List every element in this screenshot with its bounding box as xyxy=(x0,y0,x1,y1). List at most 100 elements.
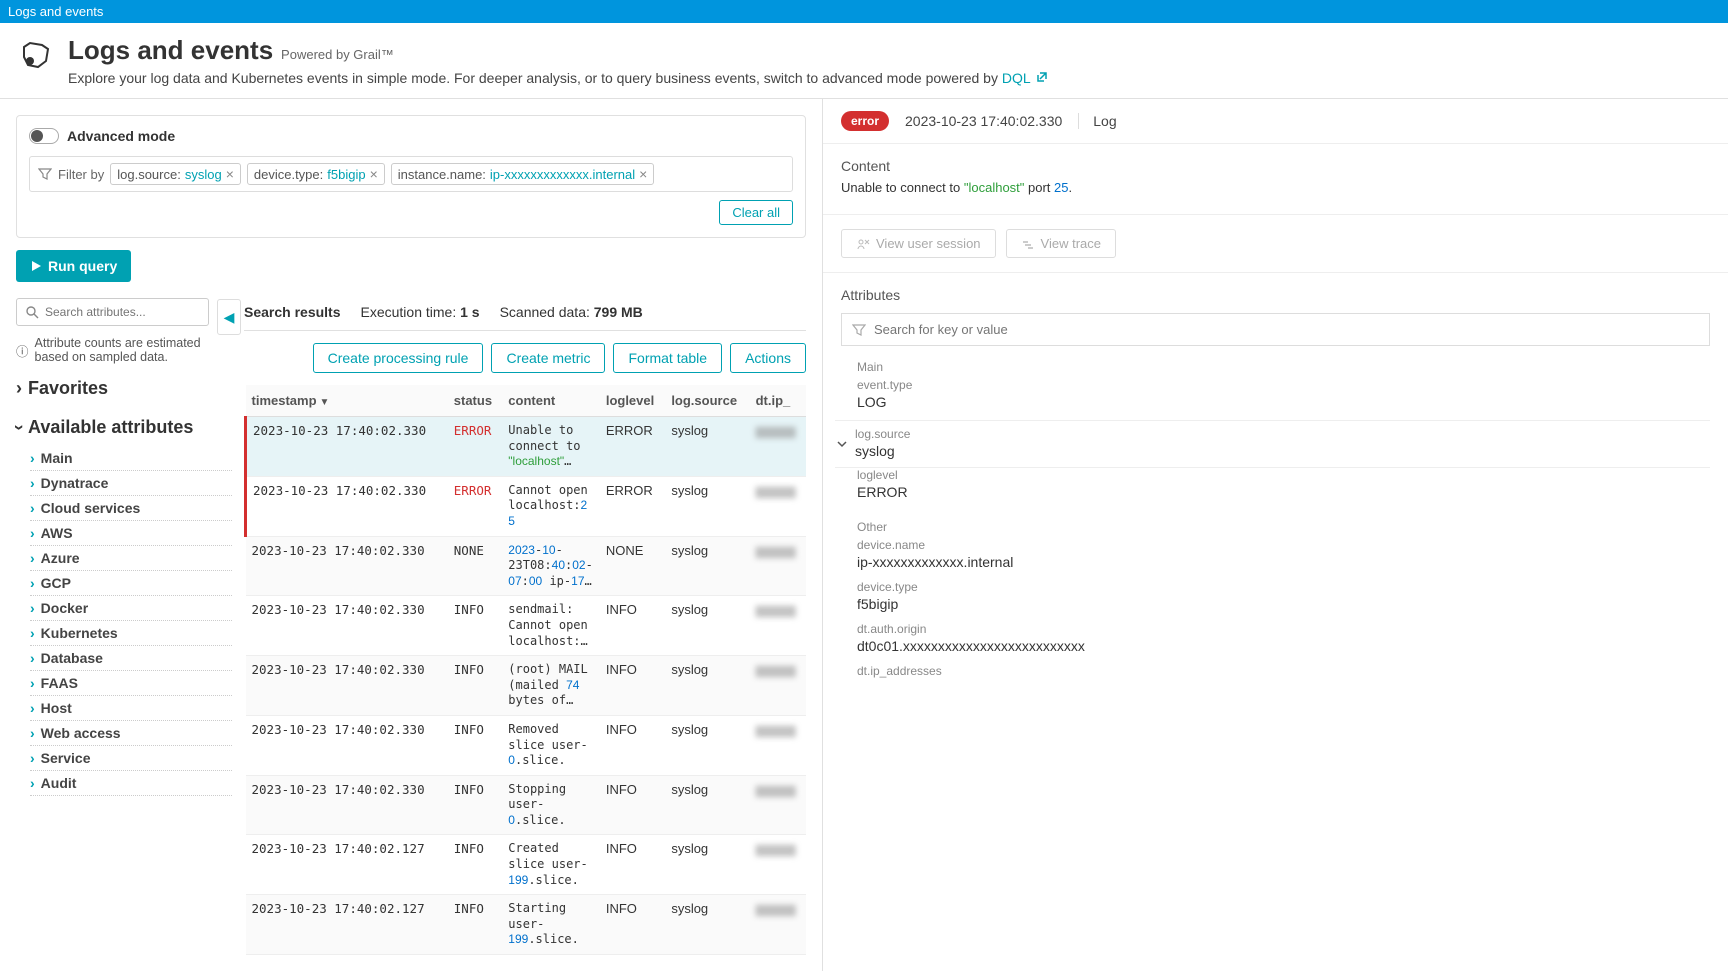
logs-icon xyxy=(16,35,56,75)
attr-dt-auth-origin[interactable]: dt0c01.xxxxxxxxxxxxxxxxxxxxxxxxxx xyxy=(841,636,1710,664)
filter-chip-instancename[interactable]: instance.name: ip-xxxxxxxxxxxxx.internal… xyxy=(391,163,655,185)
collapse-sidebar-button[interactable]: ◀ xyxy=(217,299,241,335)
table-row[interactable]: 2023-10-23 17:40:02.330INFORemoved slice… xyxy=(246,715,807,775)
query-panel: Advanced mode Filter by log.source: sysl… xyxy=(16,115,806,238)
chevron-right-icon: › xyxy=(30,700,35,716)
format-table-button[interactable]: Format table xyxy=(613,343,722,373)
table-row[interactable]: 2023-10-23 17:40:02.330NONE2023-10-23T08… xyxy=(246,536,807,596)
table-row[interactable]: 2023-10-23 17:40:02.330ERRORCannot open … xyxy=(246,476,807,536)
powered-by: Powered by Grail™ xyxy=(281,47,394,62)
chevron-right-icon: › xyxy=(30,625,35,641)
attr-loglevel[interactable]: ERROR xyxy=(841,482,1710,510)
cell-timestamp: 2023-10-23 17:40:02.127 xyxy=(246,835,448,895)
table-row[interactable]: 2023-10-23 17:40:02.330INFOsendmail: Can… xyxy=(246,596,807,656)
top-bar-title: Logs and events xyxy=(8,4,103,19)
chevron-right-icon: › xyxy=(30,525,35,541)
attr-device-name[interactable]: ip-xxxxxxxxxxxxx.internal xyxy=(841,552,1710,580)
table-row[interactable]: 2023-10-23 17:40:02.330INFO(root) MAIL (… xyxy=(246,656,807,716)
cell-status: INFO xyxy=(448,715,503,775)
attr-device-type[interactable]: f5bigip xyxy=(841,594,1710,622)
column-status[interactable]: status xyxy=(448,385,503,417)
results-panel: Search results Execution time: 1 s Scann… xyxy=(244,298,806,955)
filter-chip-devicetype[interactable]: device.type: f5bigip× xyxy=(247,163,385,185)
table-row[interactable]: 2023-10-23 17:40:02.127INFOStarting user… xyxy=(246,895,807,955)
clear-all-button[interactable]: Clear all xyxy=(719,200,793,225)
cell-loglevel: ERROR xyxy=(600,476,665,536)
cell-loglevel: INFO xyxy=(600,656,665,716)
cell-loglevel: ERROR xyxy=(600,417,665,477)
cell-ip: ▆▆▆▆ xyxy=(750,417,806,477)
page-subtitle: Explore your log data and Kubernetes eve… xyxy=(68,70,1048,86)
attribute-group-gcp[interactable]: ›GCP xyxy=(30,571,232,596)
cell-loglevel: INFO xyxy=(600,715,665,775)
column-loglevel[interactable]: loglevel xyxy=(600,385,665,417)
attribute-group-docker[interactable]: ›Docker xyxy=(30,596,232,621)
filter-icon xyxy=(852,323,866,337)
create-processing-rule-button[interactable]: Create processing rule xyxy=(313,343,484,373)
cell-timestamp: 2023-10-23 17:40:02.330 xyxy=(246,715,448,775)
actions-button[interactable]: Actions xyxy=(730,343,806,373)
filter-chip-logsource[interactable]: log.source: syslog× xyxy=(110,163,241,185)
chevron-right-icon: › xyxy=(30,775,35,791)
dql-link[interactable]: DQL xyxy=(1002,70,1048,86)
attribute-group-kubernetes[interactable]: ›Kubernetes xyxy=(30,621,232,646)
play-icon xyxy=(30,260,42,272)
cell-content: Stopping user-0.slice. xyxy=(502,775,600,835)
attribute-group-host[interactable]: ›Host xyxy=(30,696,232,721)
attribute-group-azure[interactable]: ›Azure xyxy=(30,546,232,571)
chevron-down-icon xyxy=(835,437,849,451)
attribute-group-audit[interactable]: ›Audit xyxy=(30,771,232,796)
table-row[interactable]: 2023-10-23 17:40:02.127INFOCreated slice… xyxy=(246,835,807,895)
advanced-mode-toggle[interactable] xyxy=(29,128,59,144)
filter-bar[interactable]: Filter by log.source: syslog× device.typ… xyxy=(29,156,793,192)
attr-log-source-row[interactable]: log.source syslog xyxy=(835,420,1710,468)
run-query-button[interactable]: Run query xyxy=(16,250,131,282)
top-bar: Logs and events xyxy=(0,0,1728,23)
cell-loglevel: INFO xyxy=(600,775,665,835)
page-title: Logs and events xyxy=(68,35,273,65)
search-attributes-input[interactable] xyxy=(16,298,209,326)
cell-content: (root) MAIL (mailed 74 bytes of… xyxy=(502,656,600,716)
cell-ip: ▆▆▆▆ xyxy=(750,835,806,895)
cell-status: INFO xyxy=(448,775,503,835)
attribute-group-dynatrace[interactable]: ›Dynatrace xyxy=(30,471,232,496)
cell-timestamp: 2023-10-23 17:40:02.330 xyxy=(246,596,448,656)
chevron-right-icon: › xyxy=(30,475,35,491)
chevron-right-icon: › xyxy=(30,725,35,741)
view-user-session-button[interactable]: View user session xyxy=(841,229,996,258)
cell-logsource: syslog xyxy=(665,895,749,955)
cell-ip: ▆▆▆▆ xyxy=(750,715,806,775)
attribute-group-database[interactable]: ›Database xyxy=(30,646,232,671)
column-log-source[interactable]: log.source xyxy=(665,385,749,417)
chip-close-icon[interactable]: × xyxy=(639,166,647,182)
attribute-search-input[interactable] xyxy=(841,313,1710,346)
attribute-group-main[interactable]: ›Main xyxy=(30,446,232,471)
attribute-group-service[interactable]: ›Service xyxy=(30,746,232,771)
cell-ip: ▆▆▆▆ xyxy=(750,596,806,656)
view-trace-button[interactable]: View trace xyxy=(1006,229,1116,258)
cell-loglevel: NONE xyxy=(600,536,665,596)
cell-status: ERROR xyxy=(448,476,503,536)
attribute-group-web-access[interactable]: ›Web access xyxy=(30,721,232,746)
attribute-group-cloud-services[interactable]: ›Cloud services xyxy=(30,496,232,521)
favorites-section[interactable]: › Favorites xyxy=(16,378,232,399)
chevron-right-icon: › xyxy=(30,500,35,516)
chip-close-icon[interactable]: × xyxy=(370,166,378,182)
attribute-group-aws[interactable]: ›AWS xyxy=(30,521,232,546)
attribute-group-faas[interactable]: ›FAAS xyxy=(30,671,232,696)
column-content[interactable]: content xyxy=(502,385,600,417)
chevron-right-icon: › xyxy=(16,378,22,399)
cell-content: sendmail: Cannot open localhost:… xyxy=(502,596,600,656)
column-timestamp[interactable]: timestamp▼ xyxy=(246,385,448,417)
table-row[interactable]: 2023-10-23 17:40:02.330INFOStopping user… xyxy=(246,775,807,835)
cell-logsource: syslog xyxy=(665,656,749,716)
cell-logsource: syslog xyxy=(665,596,749,656)
attr-event-type[interactable]: LOG xyxy=(841,392,1710,420)
cell-content: Cannot open localhost:25 xyxy=(502,476,600,536)
table-row[interactable]: 2023-10-23 17:40:02.330ERRORUnable to co… xyxy=(246,417,807,477)
cell-status: ERROR xyxy=(448,417,503,477)
column-dt-ip_[interactable]: dt.ip_ xyxy=(750,385,806,417)
create-metric-button[interactable]: Create metric xyxy=(491,343,605,373)
available-attributes-section[interactable]: › Available attributes xyxy=(16,417,232,438)
chip-close-icon[interactable]: × xyxy=(226,166,234,182)
